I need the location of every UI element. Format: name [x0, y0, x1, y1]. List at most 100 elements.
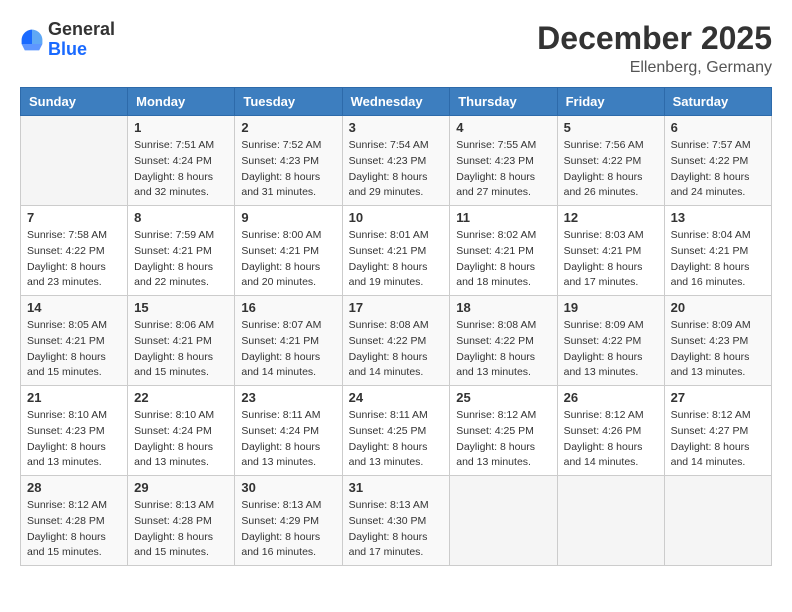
- sunrise-time: Sunrise: 8:13 AM: [134, 499, 214, 511]
- daylight-hours: Daylight: 8 hours and 15 minutes.: [134, 351, 213, 379]
- daylight-hours: Daylight: 8 hours and 15 minutes.: [27, 531, 106, 559]
- sunset-time: Sunset: 4:23 PM: [27, 425, 105, 437]
- table-row: 11 Sunrise: 8:02 AM Sunset: 4:21 PM Dayl…: [450, 206, 557, 296]
- day-number: 21: [27, 390, 121, 405]
- day-info: Sunrise: 8:03 AM Sunset: 4:21 PM Dayligh…: [564, 228, 658, 291]
- daylight-hours: Daylight: 8 hours and 15 minutes.: [27, 351, 106, 379]
- sunrise-time: Sunrise: 7:57 AM: [671, 139, 751, 151]
- sunset-time: Sunset: 4:22 PM: [456, 335, 534, 347]
- day-number: 17: [349, 300, 444, 315]
- sunrise-time: Sunrise: 8:07 AM: [241, 319, 321, 331]
- sunset-time: Sunset: 4:23 PM: [671, 335, 749, 347]
- day-info: Sunrise: 8:13 AM Sunset: 4:30 PM Dayligh…: [349, 498, 444, 561]
- table-row: [664, 476, 771, 566]
- calendar-header-row: Sunday Monday Tuesday Wednesday Thursday…: [21, 88, 772, 116]
- daylight-hours: Daylight: 8 hours and 24 minutes.: [671, 171, 750, 199]
- daylight-hours: Daylight: 8 hours and 15 minutes.: [134, 531, 213, 559]
- day-info: Sunrise: 8:12 AM Sunset: 4:25 PM Dayligh…: [456, 408, 550, 471]
- day-number: 27: [671, 390, 765, 405]
- table-row: 20 Sunrise: 8:09 AM Sunset: 4:23 PM Dayl…: [664, 296, 771, 386]
- daylight-hours: Daylight: 8 hours and 13 minutes.: [564, 351, 643, 379]
- daylight-hours: Daylight: 8 hours and 29 minutes.: [349, 171, 428, 199]
- table-row: [450, 476, 557, 566]
- day-number: 7: [27, 210, 121, 225]
- table-row: 9 Sunrise: 8:00 AM Sunset: 4:21 PM Dayli…: [235, 206, 342, 296]
- day-number: 16: [241, 300, 335, 315]
- table-row: 28 Sunrise: 8:12 AM Sunset: 4:28 PM Dayl…: [21, 476, 128, 566]
- day-number: 11: [456, 210, 550, 225]
- day-info: Sunrise: 7:58 AM Sunset: 4:22 PM Dayligh…: [27, 228, 121, 291]
- daylight-hours: Daylight: 8 hours and 22 minutes.: [134, 261, 213, 289]
- table-row: 5 Sunrise: 7:56 AM Sunset: 4:22 PM Dayli…: [557, 116, 664, 206]
- daylight-hours: Daylight: 8 hours and 13 minutes.: [241, 441, 320, 469]
- day-number: 18: [456, 300, 550, 315]
- day-info: Sunrise: 8:09 AM Sunset: 4:23 PM Dayligh…: [671, 318, 765, 381]
- day-number: 5: [564, 120, 658, 135]
- col-saturday: Saturday: [664, 88, 771, 116]
- sunrise-time: Sunrise: 8:04 AM: [671, 229, 751, 241]
- day-number: 25: [456, 390, 550, 405]
- col-thursday: Thursday: [450, 88, 557, 116]
- daylight-hours: Daylight: 8 hours and 13 minutes.: [456, 441, 535, 469]
- day-number: 6: [671, 120, 765, 135]
- table-row: 1 Sunrise: 7:51 AM Sunset: 4:24 PM Dayli…: [128, 116, 235, 206]
- daylight-hours: Daylight: 8 hours and 14 minutes.: [349, 351, 428, 379]
- sunset-time: Sunset: 4:21 PM: [349, 245, 427, 257]
- day-number: 23: [241, 390, 335, 405]
- daylight-hours: Daylight: 8 hours and 31 minutes.: [241, 171, 320, 199]
- table-row: 22 Sunrise: 8:10 AM Sunset: 4:24 PM Dayl…: [128, 386, 235, 476]
- sunrise-time: Sunrise: 8:06 AM: [134, 319, 214, 331]
- table-row: 13 Sunrise: 8:04 AM Sunset: 4:21 PM Dayl…: [664, 206, 771, 296]
- sunrise-time: Sunrise: 7:56 AM: [564, 139, 644, 151]
- table-row: 10 Sunrise: 8:01 AM Sunset: 4:21 PM Dayl…: [342, 206, 450, 296]
- daylight-hours: Daylight: 8 hours and 13 minutes.: [27, 441, 106, 469]
- table-row: 30 Sunrise: 8:13 AM Sunset: 4:29 PM Dayl…: [235, 476, 342, 566]
- daylight-hours: Daylight: 8 hours and 14 minutes.: [671, 441, 750, 469]
- table-row: 27 Sunrise: 8:12 AM Sunset: 4:27 PM Dayl…: [664, 386, 771, 476]
- table-row: 16 Sunrise: 8:07 AM Sunset: 4:21 PM Dayl…: [235, 296, 342, 386]
- day-info: Sunrise: 7:54 AM Sunset: 4:23 PM Dayligh…: [349, 138, 444, 201]
- daylight-hours: Daylight: 8 hours and 17 minutes.: [564, 261, 643, 289]
- sunrise-time: Sunrise: 8:08 AM: [349, 319, 429, 331]
- logo-icon: [20, 28, 44, 52]
- day-number: 14: [27, 300, 121, 315]
- day-info: Sunrise: 8:11 AM Sunset: 4:25 PM Dayligh…: [349, 408, 444, 471]
- sunset-time: Sunset: 4:21 PM: [241, 335, 319, 347]
- day-number: 28: [27, 480, 121, 495]
- day-number: 1: [134, 120, 228, 135]
- sunset-time: Sunset: 4:22 PM: [564, 335, 642, 347]
- day-info: Sunrise: 8:09 AM Sunset: 4:22 PM Dayligh…: [564, 318, 658, 381]
- col-sunday: Sunday: [21, 88, 128, 116]
- day-info: Sunrise: 8:02 AM Sunset: 4:21 PM Dayligh…: [456, 228, 550, 291]
- table-row: 24 Sunrise: 8:11 AM Sunset: 4:25 PM Dayl…: [342, 386, 450, 476]
- sunset-time: Sunset: 4:21 PM: [241, 245, 319, 257]
- table-row: 8 Sunrise: 7:59 AM Sunset: 4:21 PM Dayli…: [128, 206, 235, 296]
- day-number: 20: [671, 300, 765, 315]
- day-number: 13: [671, 210, 765, 225]
- sunset-time: Sunset: 4:22 PM: [671, 155, 749, 167]
- day-number: 3: [349, 120, 444, 135]
- daylight-hours: Daylight: 8 hours and 19 minutes.: [349, 261, 428, 289]
- sunset-time: Sunset: 4:24 PM: [134, 155, 212, 167]
- sunrise-time: Sunrise: 8:13 AM: [349, 499, 429, 511]
- sunset-time: Sunset: 4:21 PM: [134, 245, 212, 257]
- day-info: Sunrise: 8:00 AM Sunset: 4:21 PM Dayligh…: [241, 228, 335, 291]
- day-number: 22: [134, 390, 228, 405]
- day-info: Sunrise: 8:12 AM Sunset: 4:27 PM Dayligh…: [671, 408, 765, 471]
- daylight-hours: Daylight: 8 hours and 26 minutes.: [564, 171, 643, 199]
- day-info: Sunrise: 8:10 AM Sunset: 4:24 PM Dayligh…: [134, 408, 228, 471]
- table-row: 18 Sunrise: 8:08 AM Sunset: 4:22 PM Dayl…: [450, 296, 557, 386]
- table-row: 4 Sunrise: 7:55 AM Sunset: 4:23 PM Dayli…: [450, 116, 557, 206]
- col-friday: Friday: [557, 88, 664, 116]
- col-tuesday: Tuesday: [235, 88, 342, 116]
- sunrise-time: Sunrise: 8:10 AM: [134, 409, 214, 421]
- table-row: 3 Sunrise: 7:54 AM Sunset: 4:23 PM Dayli…: [342, 116, 450, 206]
- day-number: 26: [564, 390, 658, 405]
- day-info: Sunrise: 8:08 AM Sunset: 4:22 PM Dayligh…: [349, 318, 444, 381]
- logo: General Blue: [20, 20, 115, 60]
- calendar-week-row: 7 Sunrise: 7:58 AM Sunset: 4:22 PM Dayli…: [21, 206, 772, 296]
- sunrise-time: Sunrise: 8:12 AM: [564, 409, 644, 421]
- day-info: Sunrise: 8:05 AM Sunset: 4:21 PM Dayligh…: [27, 318, 121, 381]
- day-info: Sunrise: 8:01 AM Sunset: 4:21 PM Dayligh…: [349, 228, 444, 291]
- day-info: Sunrise: 8:08 AM Sunset: 4:22 PM Dayligh…: [456, 318, 550, 381]
